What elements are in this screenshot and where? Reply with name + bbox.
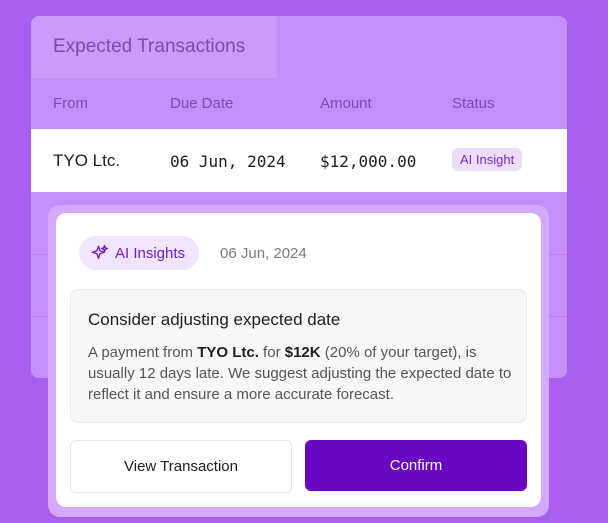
sparkle-icon [91,244,109,259]
column-header-status: Status [452,95,495,112]
row-amount: $12,000.00 [320,152,417,171]
card-title: Expected Transactions [53,36,246,57]
insight-date: 06 Jun, 2024 [220,245,307,262]
insight-company: TYO Ltc. [197,344,259,361]
row-from: TYO Ltc. [53,151,121,170]
status-badge[interactable]: AI Insight [452,148,523,171]
insight-text: A payment from [88,344,198,361]
confirm-button[interactable]: Confirm [305,440,527,491]
insight-amount: $12K [284,344,321,361]
ai-insights-pill: AI Insights [79,236,200,270]
view-transaction-button[interactable]: View Transaction [70,440,292,493]
insight-title: Consider adjusting expected date [88,310,341,329]
pill-label: AI Insights [115,244,186,262]
insight-body: A payment from TYO Ltc. for $12K (20% of… [88,342,513,405]
column-header-due-date: Due Date [170,95,234,112]
insight-text: for [258,344,285,361]
column-header-from: From [53,95,88,112]
ai-insight-popup: AI Insights 06 Jun, 2024 Consider adjust… [56,213,541,507]
column-header-amount: Amount [320,95,372,112]
row-due-date: 06 Jun, 2024 [170,152,286,171]
insight-box: Consider adjusting expected date A payme… [70,289,527,423]
table-row[interactable]: TYO Ltc. 06 Jun, 2024 $12,000.00 AI Insi… [31,129,567,192]
